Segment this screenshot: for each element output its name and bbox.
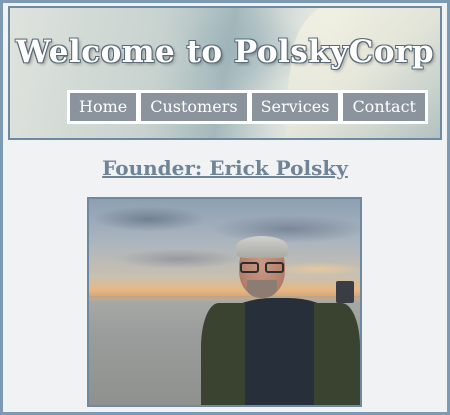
photo-sky bbox=[89, 199, 360, 289]
nav-services[interactable]: Services bbox=[250, 92, 340, 122]
photo-person-hair bbox=[236, 236, 288, 258]
photo-jacket-right bbox=[314, 303, 360, 405]
photo-horizon bbox=[89, 296, 360, 298]
main-nav: Home Customers Services Contact bbox=[67, 90, 428, 124]
photo-pier bbox=[336, 281, 354, 303]
photo-person-beard bbox=[247, 280, 277, 298]
photo-person-glasses bbox=[238, 262, 286, 274]
header-banner: Welcome to PolskyCorp Home Customers Ser… bbox=[8, 6, 442, 140]
nav-customers[interactable]: Customers bbox=[140, 92, 248, 122]
nav-home[interactable]: Home bbox=[69, 92, 138, 122]
nav-contact[interactable]: Contact bbox=[342, 92, 426, 122]
site-title: Welcome to PolskyCorp bbox=[15, 34, 435, 70]
founder-photo bbox=[87, 197, 362, 407]
founder-heading[interactable]: Founder: Erick Polsky bbox=[0, 156, 450, 180]
photo-jacket-left bbox=[201, 303, 245, 405]
